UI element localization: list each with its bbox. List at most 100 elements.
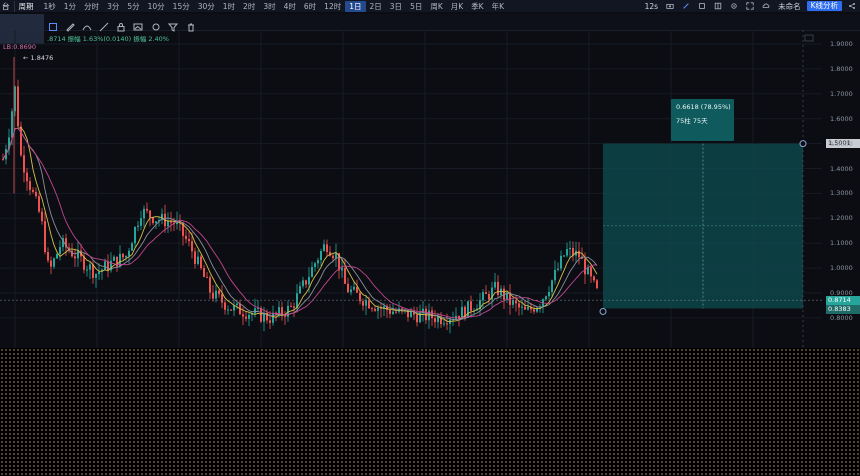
candle-body [188, 239, 190, 242]
candle-body [305, 280, 307, 285]
interval-tab[interactable]: 6时 [300, 1, 320, 12]
candle-body [32, 189, 34, 192]
candle-body [128, 250, 130, 256]
cloud-icon[interactable] [762, 2, 770, 10]
camera-icon[interactable] [666, 2, 674, 10]
candle-body [566, 249, 568, 256]
candle-body [272, 312, 274, 323]
candlestick-chart[interactable] [0, 30, 822, 350]
interval-tab[interactable]: 5分 [123, 1, 143, 12]
range-bars: 75柱 75天 [676, 117, 708, 125]
lock-tool-icon[interactable] [116, 17, 126, 32]
curve-tool-icon[interactable] [82, 17, 92, 31]
brush-tool-icon[interactable] [151, 17, 161, 31]
price-tick: 1.7000 [830, 89, 853, 98]
interval-tab[interactable]: 2时 [239, 1, 259, 12]
candle-body [137, 225, 139, 227]
price-axis[interactable]: 1.5001 0.8714 0.8383 1.9000 1.8000 1.7000 1… [822, 30, 860, 340]
candle-body [488, 293, 490, 300]
measure-handle [799, 140, 807, 148]
candle-body [320, 250, 322, 261]
interval-tab[interactable]: 1秒 [40, 1, 60, 12]
interval-tab[interactable]: 分时 [80, 1, 103, 12]
candle-body [122, 253, 124, 258]
line-tool-icon[interactable] [99, 17, 109, 32]
interval-tab[interactable]: 1时 [219, 1, 239, 12]
candle-body [389, 310, 391, 314]
pencil-tool-icon[interactable] [65, 17, 75, 32]
interval-tab[interactable]: 1日 [345, 0, 366, 12]
cursor-tool-icon[interactable] [48, 17, 58, 31]
candle-body [302, 280, 304, 287]
candle-body [419, 312, 421, 323]
candle-body [371, 308, 373, 310]
candle-body [146, 208, 148, 211]
interval-tab[interactable]: 5日 [406, 1, 426, 12]
candle-body [194, 251, 196, 264]
candle-body [74, 256, 76, 259]
candle-body [170, 221, 172, 223]
candle-body [104, 261, 106, 270]
candle-body [269, 320, 271, 323]
candle-body [545, 296, 547, 300]
current-price-label: 0.8714 [826, 296, 860, 305]
candle-body [50, 260, 52, 267]
candle-body [374, 308, 376, 311]
price-tick: 1.4000 [830, 164, 853, 173]
lb-label: LB:0.8690 [3, 43, 37, 51]
interval-tab[interactable]: 3日 [386, 1, 406, 12]
interval-tab[interactable]: 周K [426, 1, 446, 12]
candle-body [227, 309, 229, 311]
candle-body [563, 255, 565, 257]
candle-body [434, 318, 436, 323]
candle-body [254, 308, 256, 314]
price-tick: 1.1000 [830, 239, 853, 248]
candle-body [518, 303, 520, 308]
interval-tab[interactable]: 12时 [320, 1, 345, 12]
image-tool-icon[interactable] [133, 17, 143, 31]
interval-tab[interactable]: 月K [447, 1, 467, 12]
settings-icon[interactable] [730, 2, 738, 10]
pen-icon[interactable] [682, 2, 690, 10]
interval-tab[interactable]: 1分 [60, 1, 80, 12]
candle-body [152, 217, 154, 224]
candle-body [203, 268, 205, 277]
interval-tab[interactable]: 3时 [259, 1, 279, 12]
kline-analysis-button[interactable]: K线分析 [806, 1, 842, 11]
interval-tab[interactable]: 10分 [144, 1, 169, 12]
candle-body [533, 309, 535, 312]
candle-body [578, 250, 580, 258]
share-icon[interactable] [848, 2, 856, 10]
candle-body [512, 300, 514, 305]
layout-icon[interactable] [714, 2, 722, 10]
interval-tab[interactable]: 2日 [366, 1, 386, 12]
candle-body [344, 267, 346, 284]
interval-tab[interactable]: 30分 [194, 1, 219, 12]
refresh-interval[interactable]: 12s [641, 2, 662, 11]
interval-tab[interactable]: 年K [488, 1, 508, 12]
interval-tab[interactable]: 季K [467, 1, 487, 12]
interval-tab[interactable]: 3分 [103, 1, 123, 12]
candle-body [554, 269, 556, 281]
candle-body [149, 210, 151, 218]
scale-toggle-box [804, 34, 814, 42]
candle-body [326, 244, 328, 252]
interval-tab[interactable]: 4时 [280, 1, 300, 12]
candle-body [230, 309, 232, 311]
candle-body [200, 256, 202, 269]
filter-tool-icon[interactable] [167, 17, 179, 32]
candle-body [299, 286, 301, 294]
candle-body [89, 264, 91, 270]
period-selector[interactable]: 周期 [13, 0, 40, 12]
note-icon[interactable] [698, 2, 706, 10]
interval-tab[interactable]: 15分 [169, 1, 194, 12]
symbol-selector[interactable]: 台 [0, 1, 14, 12]
top-toolbar: 台 周期 1秒 1分 分时 3分 5分 10分 15分 30分 1时 2时 3时 4时 6时 12时 1日 2… [0, 0, 860, 12]
entry-price-label: 0.8383 [826, 305, 860, 314]
candle-body [521, 306, 523, 308]
price-tick: 1.0000 [830, 264, 853, 273]
account-label[interactable]: 未命名 [774, 1, 805, 12]
fullscreen-icon[interactable] [746, 2, 754, 10]
trash-tool-icon[interactable] [186, 17, 196, 32]
price-tick: 1.9000 [830, 40, 853, 48]
